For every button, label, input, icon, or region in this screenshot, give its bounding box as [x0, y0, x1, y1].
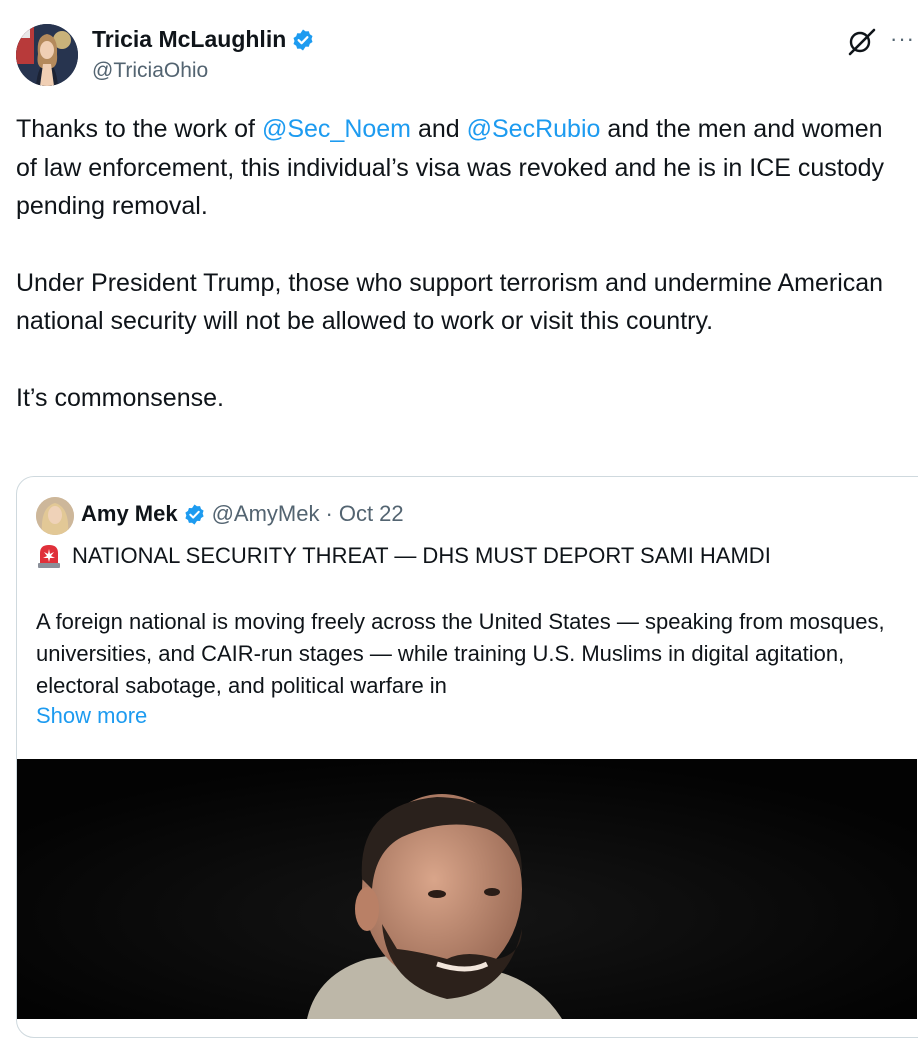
quoted-header: Amy Mek @AmyMek · Oct 22	[81, 501, 404, 527]
tweet-paragraph: Under President Trump, those who support…	[16, 268, 884, 336]
author-avatar[interactable]	[16, 24, 78, 86]
quoted-tweet[interactable]: Amy Mek @AmyMek · Oct 22 NATIONAL SECURI…	[16, 476, 918, 1038]
text-segment: and	[411, 115, 467, 143]
verified-badge-icon[interactable]	[183, 503, 206, 526]
tweet-paragraph: Thanks to the work of @Sec_Noem and @Sec…	[16, 110, 906, 226]
verified-badge-icon[interactable]	[291, 28, 315, 52]
tweet-text: Thanks to the work of @Sec_Noem and @Sec…	[16, 110, 906, 455]
author-display-name[interactable]: Tricia McLaughlin	[92, 26, 286, 53]
quoted-headline-text: NATIONAL SECURITY THREAT — DHS MUST DEPO…	[72, 543, 771, 568]
mention-link[interactable]: @SecRubio	[467, 115, 601, 143]
quoted-author-handle[interactable]: @AmyMek	[212, 501, 320, 527]
separator-dot: ·	[325, 501, 333, 526]
mention-link[interactable]: @Sec_Noem	[262, 115, 411, 143]
quoted-headline: NATIONAL SECURITY THREAT — DHS MUST DEPO…	[36, 543, 771, 569]
quoted-media-image[interactable]	[17, 759, 917, 1019]
grok-icon[interactable]	[846, 28, 878, 56]
tweet-card[interactable]: Tricia McLaughlin @TriciaOhio ··· Thanks…	[0, 0, 918, 1038]
tweet-paragraph: It’s commonsense.	[16, 383, 224, 412]
show-more-link[interactable]: Show more	[36, 703, 147, 729]
text-segment: Thanks to the work of	[16, 115, 262, 143]
quoted-timestamp[interactable]: Oct 22	[339, 501, 404, 527]
police-light-emoji-icon	[36, 543, 62, 569]
author-handle[interactable]: @TriciaOhio	[92, 59, 208, 83]
quoted-text: A foreign national is moving freely acro…	[36, 609, 885, 698]
quoted-author-avatar[interactable]	[36, 497, 74, 535]
quoted-author-name[interactable]: Amy Mek	[81, 501, 178, 527]
author-name-row: Tricia McLaughlin	[92, 26, 315, 53]
more-options-icon[interactable]: ···	[890, 26, 915, 52]
